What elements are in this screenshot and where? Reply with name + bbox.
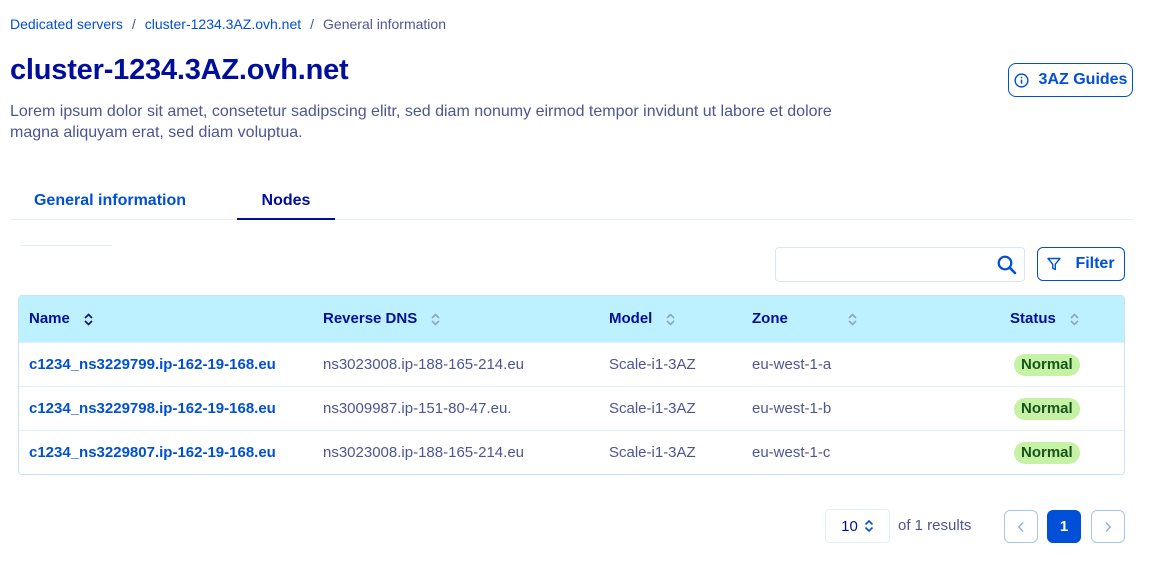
sort-icon[interactable] xyxy=(84,312,93,326)
sort-icon[interactable] xyxy=(1070,312,1079,326)
column-header-model[interactable]: Model xyxy=(609,296,675,342)
chevron-up-down-icon xyxy=(864,519,874,533)
sort-icon[interactable] xyxy=(848,312,857,326)
column-header-reverse-dns[interactable]: Reverse DNS xyxy=(323,296,440,342)
chevron-left-icon xyxy=(1017,521,1025,533)
column-header-label: Reverse DNS xyxy=(323,310,418,327)
reverse-dns-cell: ns3009987.ip-151-80-47.eu. xyxy=(323,400,512,417)
table-row: c1234_ns3229807.ip-162-19-168.eu ns30230… xyxy=(19,430,1124,474)
model-cell: Scale-i1-3AZ xyxy=(609,356,696,373)
column-header-name[interactable]: Name xyxy=(29,296,93,342)
page-description: Lorem ipsum dolor sit amet, consetetur s… xyxy=(10,103,832,141)
breadcrumb-cluster[interactable]: cluster-1234.3AZ.ovh.net xyxy=(145,16,301,32)
node-name-link[interactable]: c1234_ns3229798.ip-162-19-168.eu xyxy=(29,387,276,431)
reverse-dns-cell: ns3023008.ip-188-165-214.eu xyxy=(323,356,524,373)
sort-icon[interactable] xyxy=(666,312,675,326)
search-field[interactable] xyxy=(775,247,1025,282)
zone-cell: eu-west-1-a xyxy=(752,356,832,373)
column-header-status[interactable]: Status xyxy=(1010,296,1079,342)
reverse-dns-cell: ns3023008.ip-188-165-214.eu xyxy=(323,444,524,461)
breadcrumb-separator: / xyxy=(310,16,315,32)
page-size-select[interactable]: 10 xyxy=(825,509,890,543)
sort-icon[interactable] xyxy=(431,312,440,326)
previous-page-button[interactable] xyxy=(1004,510,1038,543)
divider xyxy=(20,245,112,246)
guides-button-label: 3AZ Guides xyxy=(1038,71,1128,88)
page-size-value: 10 xyxy=(841,517,858,535)
column-header-zone[interactable]: Zone xyxy=(752,296,857,342)
page-button-current[interactable]: 1 xyxy=(1047,510,1081,543)
search-input[interactable] xyxy=(776,248,991,281)
zone-cell: eu-west-1-b xyxy=(752,400,832,417)
guides-button[interactable]: 3AZ Guides xyxy=(1008,63,1133,97)
filter-button[interactable]: Filter xyxy=(1037,247,1125,281)
page-title: cluster-1234.3AZ.ovh.net xyxy=(10,54,349,86)
status-badge: Normal xyxy=(1014,442,1080,464)
column-header-label: Model xyxy=(609,310,653,327)
next-page-button[interactable] xyxy=(1091,510,1125,543)
column-header-label: Name xyxy=(29,310,70,327)
node-name-link[interactable]: c1234_ns3229807.ip-162-19-168.eu xyxy=(29,431,276,474)
status-cell: Normal xyxy=(1014,431,1080,474)
filter-button-label: Filter xyxy=(1075,255,1115,272)
funnel-icon xyxy=(1047,257,1062,271)
zone-cell: eu-west-1-c xyxy=(752,444,831,461)
table-row: c1234_ns3229799.ip-162-19-168.eu ns30230… xyxy=(19,342,1124,386)
status-badge: Normal xyxy=(1014,398,1080,420)
nodes-table: Name Reverse DNS Model Zone Status c1234… xyxy=(18,295,1125,475)
breadcrumb-separator: / xyxy=(131,16,136,32)
breadcrumb-dedicated-servers[interactable]: Dedicated servers xyxy=(10,16,123,32)
breadcrumb: Dedicated servers / cluster-1234.3AZ.ovh… xyxy=(10,16,446,32)
chevron-right-icon xyxy=(1104,521,1112,533)
column-header-label: Status xyxy=(1010,310,1056,327)
pagination-results-text: of 1 results xyxy=(898,517,972,534)
breadcrumb-current-page: General information xyxy=(323,16,446,32)
node-name-link[interactable]: c1234_ns3229799.ip-162-19-168.eu xyxy=(29,343,276,387)
info-circle-icon xyxy=(1013,72,1029,88)
table-header: Name Reverse DNS Model Zone Status xyxy=(19,296,1124,342)
model-cell: Scale-i1-3AZ xyxy=(609,444,696,461)
tab-bar: General information Nodes xyxy=(10,186,1133,220)
status-cell: Normal xyxy=(1014,343,1080,387)
column-header-label: Zone xyxy=(752,310,788,327)
search-icon[interactable] xyxy=(996,254,1018,276)
status-badge: Normal xyxy=(1014,354,1080,376)
table-row: c1234_ns3229798.ip-162-19-168.eu ns30099… xyxy=(19,386,1124,430)
tab-nodes[interactable]: Nodes xyxy=(237,186,335,220)
status-cell: Normal xyxy=(1014,387,1080,431)
model-cell: Scale-i1-3AZ xyxy=(609,400,696,417)
tab-general-information[interactable]: General information xyxy=(10,186,210,220)
